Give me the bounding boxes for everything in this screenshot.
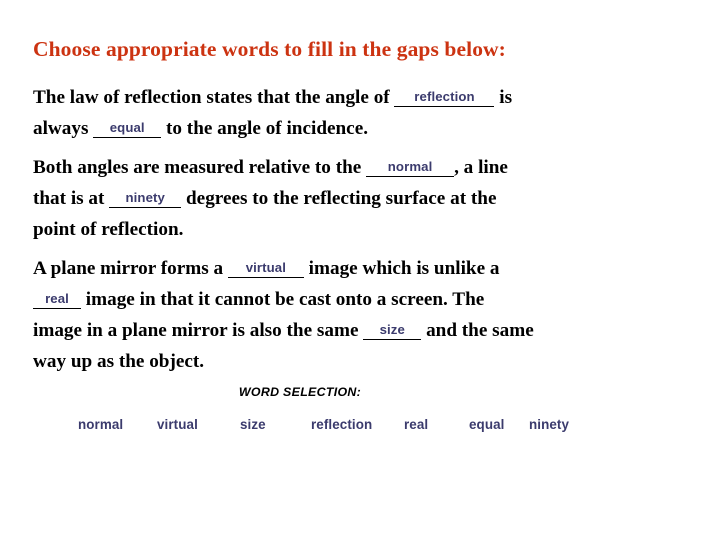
text-run: way up as the object. [33, 351, 205, 372]
page-title: Choose appropriate words to fill in the … [33, 37, 506, 61]
text-run: , a line [454, 157, 508, 178]
gap-fill-paragraph-3: A plane mirror forms a virtual image whi… [33, 253, 681, 377]
text-run: point of reflection. [33, 219, 184, 240]
blank-reflection[interactable]: reflection [394, 90, 495, 107]
word-bank-item-real[interactable]: real [404, 417, 428, 432]
text-run: always [33, 118, 94, 139]
gap-fill-paragraph-1: The law of reflection states that the an… [33, 82, 681, 144]
text-run: to the angle of incidence. [161, 118, 369, 139]
blank-normal[interactable]: normal [366, 160, 455, 177]
word-bank-item-virtual[interactable]: virtual [157, 417, 198, 432]
text-run: image in that it cannot be cast onto a s… [81, 289, 485, 310]
slide-canvas: Choose appropriate words to fill in the … [0, 0, 720, 540]
word-bank-item-reflection[interactable]: reflection [311, 417, 372, 432]
paragraph-line: always equal to the angle of incidence. [33, 113, 681, 144]
blank-real[interactable]: real [33, 292, 81, 309]
paragraph-line: Both angles are measured relative to the… [33, 152, 681, 183]
word-bank-item-normal[interactable]: normal [78, 417, 123, 432]
paragraph-line: point of reflection. [33, 214, 681, 245]
word-selection-heading: WORD SELECTION: [238, 385, 362, 399]
blank-ninety[interactable]: ninety [109, 191, 182, 208]
word-bank-item-ninety[interactable]: ninety [529, 417, 569, 432]
blank-equal[interactable]: equal [93, 121, 162, 138]
text-run: degrees to the reflecting surface at the [181, 188, 497, 209]
text-run: A plane mirror forms a [33, 258, 228, 279]
text-run: is [494, 87, 513, 108]
paragraph-line: A plane mirror forms a virtual image whi… [33, 253, 681, 284]
word-bank-item-equal[interactable]: equal [469, 417, 504, 432]
paragraph-line: image in a plane mirror is also the same… [33, 315, 681, 346]
word-bank-item-size[interactable]: size [240, 417, 266, 432]
paragraph-line: way up as the object. [33, 346, 681, 377]
blank-virtual[interactable]: virtual [227, 261, 304, 278]
text-run: and the same [421, 320, 534, 341]
paragraph-line: The law of reflection states that the an… [33, 82, 681, 113]
gap-fill-paragraph-2: Both angles are measured relative to the… [33, 152, 681, 245]
text-run: image in a plane mirror is also the same [33, 320, 364, 341]
word-bank: normal virtual size reflection real equa… [0, 417, 720, 437]
paragraph-line: real image in that it cannot be cast ont… [33, 284, 681, 315]
text-run: The law of reflection states that the an… [33, 87, 395, 108]
text-run: Both angles are measured relative to the [33, 157, 367, 178]
blank-size[interactable]: size [363, 323, 422, 340]
paragraph-line: that is at ninety degrees to the reflect… [33, 183, 681, 214]
text-run: that is at [33, 188, 110, 209]
text-run: image which is unlike a [303, 258, 500, 279]
